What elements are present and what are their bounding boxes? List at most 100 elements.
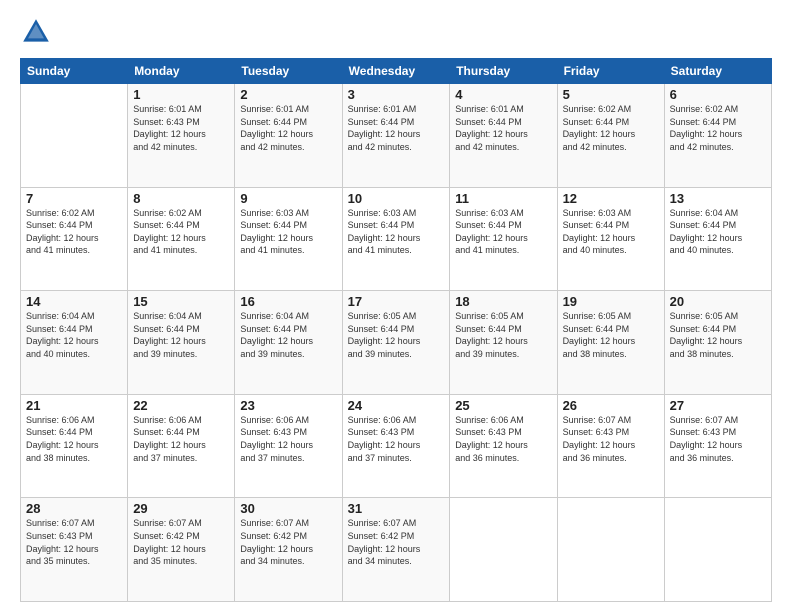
day-info: Sunrise: 6:06 AM Sunset: 6:43 PM Dayligh… [240, 414, 336, 464]
day-number: 14 [26, 294, 122, 309]
day-number: 17 [348, 294, 445, 309]
day-info: Sunrise: 6:04 AM Sunset: 6:44 PM Dayligh… [26, 310, 122, 360]
day-number: 30 [240, 501, 336, 516]
day-number: 24 [348, 398, 445, 413]
day-cell: 4Sunrise: 6:01 AM Sunset: 6:44 PM Daylig… [450, 84, 557, 188]
day-cell [664, 498, 771, 602]
day-cell: 7Sunrise: 6:02 AM Sunset: 6:44 PM Daylig… [21, 187, 128, 291]
day-cell: 23Sunrise: 6:06 AM Sunset: 6:43 PM Dayli… [235, 394, 342, 498]
day-cell: 30Sunrise: 6:07 AM Sunset: 6:42 PM Dayli… [235, 498, 342, 602]
day-info: Sunrise: 6:06 AM Sunset: 6:44 PM Dayligh… [133, 414, 229, 464]
day-cell: 13Sunrise: 6:04 AM Sunset: 6:44 PM Dayli… [664, 187, 771, 291]
day-number: 27 [670, 398, 766, 413]
day-info: Sunrise: 6:07 AM Sunset: 6:42 PM Dayligh… [348, 517, 445, 567]
day-number: 12 [563, 191, 659, 206]
day-info: Sunrise: 6:03 AM Sunset: 6:44 PM Dayligh… [455, 207, 551, 257]
day-info: Sunrise: 6:06 AM Sunset: 6:43 PM Dayligh… [455, 414, 551, 464]
day-cell: 1Sunrise: 6:01 AM Sunset: 6:43 PM Daylig… [128, 84, 235, 188]
day-cell: 8Sunrise: 6:02 AM Sunset: 6:44 PM Daylig… [128, 187, 235, 291]
day-number: 5 [563, 87, 659, 102]
day-cell: 5Sunrise: 6:02 AM Sunset: 6:44 PM Daylig… [557, 84, 664, 188]
day-info: Sunrise: 6:05 AM Sunset: 6:44 PM Dayligh… [670, 310, 766, 360]
weekday-header-sunday: Sunday [21, 59, 128, 84]
day-number: 9 [240, 191, 336, 206]
day-info: Sunrise: 6:03 AM Sunset: 6:44 PM Dayligh… [348, 207, 445, 257]
day-cell: 2Sunrise: 6:01 AM Sunset: 6:44 PM Daylig… [235, 84, 342, 188]
day-info: Sunrise: 6:07 AM Sunset: 6:43 PM Dayligh… [670, 414, 766, 464]
header [20, 16, 772, 48]
weekday-header-monday: Monday [128, 59, 235, 84]
day-number: 4 [455, 87, 551, 102]
day-number: 2 [240, 87, 336, 102]
day-number: 19 [563, 294, 659, 309]
day-info: Sunrise: 6:04 AM Sunset: 6:44 PM Dayligh… [133, 310, 229, 360]
day-cell: 9Sunrise: 6:03 AM Sunset: 6:44 PM Daylig… [235, 187, 342, 291]
day-number: 31 [348, 501, 445, 516]
weekday-header-saturday: Saturday [664, 59, 771, 84]
calendar-header: SundayMondayTuesdayWednesdayThursdayFrid… [21, 59, 772, 84]
day-cell: 27Sunrise: 6:07 AM Sunset: 6:43 PM Dayli… [664, 394, 771, 498]
day-info: Sunrise: 6:05 AM Sunset: 6:44 PM Dayligh… [563, 310, 659, 360]
day-cell: 22Sunrise: 6:06 AM Sunset: 6:44 PM Dayli… [128, 394, 235, 498]
day-cell: 29Sunrise: 6:07 AM Sunset: 6:42 PM Dayli… [128, 498, 235, 602]
day-number: 20 [670, 294, 766, 309]
day-cell: 19Sunrise: 6:05 AM Sunset: 6:44 PM Dayli… [557, 291, 664, 395]
day-info: Sunrise: 6:04 AM Sunset: 6:44 PM Dayligh… [670, 207, 766, 257]
day-cell: 6Sunrise: 6:02 AM Sunset: 6:44 PM Daylig… [664, 84, 771, 188]
day-info: Sunrise: 6:02 AM Sunset: 6:44 PM Dayligh… [26, 207, 122, 257]
day-info: Sunrise: 6:07 AM Sunset: 6:43 PM Dayligh… [563, 414, 659, 464]
day-number: 8 [133, 191, 229, 206]
day-cell: 20Sunrise: 6:05 AM Sunset: 6:44 PM Dayli… [664, 291, 771, 395]
day-info: Sunrise: 6:01 AM Sunset: 6:44 PM Dayligh… [240, 103, 336, 153]
page: SundayMondayTuesdayWednesdayThursdayFrid… [0, 0, 792, 612]
day-cell: 25Sunrise: 6:06 AM Sunset: 6:43 PM Dayli… [450, 394, 557, 498]
day-info: Sunrise: 6:02 AM Sunset: 6:44 PM Dayligh… [133, 207, 229, 257]
day-info: Sunrise: 6:06 AM Sunset: 6:44 PM Dayligh… [26, 414, 122, 464]
weekday-header-wednesday: Wednesday [342, 59, 450, 84]
day-number: 21 [26, 398, 122, 413]
day-cell: 16Sunrise: 6:04 AM Sunset: 6:44 PM Dayli… [235, 291, 342, 395]
day-info: Sunrise: 6:01 AM Sunset: 6:43 PM Dayligh… [133, 103, 229, 153]
day-cell: 31Sunrise: 6:07 AM Sunset: 6:42 PM Dayli… [342, 498, 450, 602]
day-cell [21, 84, 128, 188]
calendar: SundayMondayTuesdayWednesdayThursdayFrid… [20, 58, 772, 602]
day-number: 16 [240, 294, 336, 309]
week-row-4: 21Sunrise: 6:06 AM Sunset: 6:44 PM Dayli… [21, 394, 772, 498]
day-cell: 21Sunrise: 6:06 AM Sunset: 6:44 PM Dayli… [21, 394, 128, 498]
weekday-header-thursday: Thursday [450, 59, 557, 84]
day-cell [557, 498, 664, 602]
day-number: 29 [133, 501, 229, 516]
day-info: Sunrise: 6:05 AM Sunset: 6:44 PM Dayligh… [348, 310, 445, 360]
logo [20, 16, 56, 48]
weekday-header-tuesday: Tuesday [235, 59, 342, 84]
day-number: 25 [455, 398, 551, 413]
day-cell: 14Sunrise: 6:04 AM Sunset: 6:44 PM Dayli… [21, 291, 128, 395]
day-number: 6 [670, 87, 766, 102]
calendar-body: 1Sunrise: 6:01 AM Sunset: 6:43 PM Daylig… [21, 84, 772, 602]
week-row-2: 7Sunrise: 6:02 AM Sunset: 6:44 PM Daylig… [21, 187, 772, 291]
day-cell: 15Sunrise: 6:04 AM Sunset: 6:44 PM Dayli… [128, 291, 235, 395]
day-cell: 17Sunrise: 6:05 AM Sunset: 6:44 PM Dayli… [342, 291, 450, 395]
day-number: 13 [670, 191, 766, 206]
day-number: 22 [133, 398, 229, 413]
week-row-1: 1Sunrise: 6:01 AM Sunset: 6:43 PM Daylig… [21, 84, 772, 188]
day-info: Sunrise: 6:02 AM Sunset: 6:44 PM Dayligh… [563, 103, 659, 153]
weekday-header-friday: Friday [557, 59, 664, 84]
day-cell: 12Sunrise: 6:03 AM Sunset: 6:44 PM Dayli… [557, 187, 664, 291]
day-info: Sunrise: 6:05 AM Sunset: 6:44 PM Dayligh… [455, 310, 551, 360]
day-number: 23 [240, 398, 336, 413]
day-cell: 11Sunrise: 6:03 AM Sunset: 6:44 PM Dayli… [450, 187, 557, 291]
day-info: Sunrise: 6:01 AM Sunset: 6:44 PM Dayligh… [348, 103, 445, 153]
day-info: Sunrise: 6:03 AM Sunset: 6:44 PM Dayligh… [563, 207, 659, 257]
day-number: 26 [563, 398, 659, 413]
day-cell [450, 498, 557, 602]
day-info: Sunrise: 6:06 AM Sunset: 6:43 PM Dayligh… [348, 414, 445, 464]
day-number: 18 [455, 294, 551, 309]
day-info: Sunrise: 6:07 AM Sunset: 6:43 PM Dayligh… [26, 517, 122, 567]
day-info: Sunrise: 6:07 AM Sunset: 6:42 PM Dayligh… [240, 517, 336, 567]
day-number: 15 [133, 294, 229, 309]
day-cell: 18Sunrise: 6:05 AM Sunset: 6:44 PM Dayli… [450, 291, 557, 395]
day-number: 3 [348, 87, 445, 102]
day-cell: 26Sunrise: 6:07 AM Sunset: 6:43 PM Dayli… [557, 394, 664, 498]
day-cell: 10Sunrise: 6:03 AM Sunset: 6:44 PM Dayli… [342, 187, 450, 291]
